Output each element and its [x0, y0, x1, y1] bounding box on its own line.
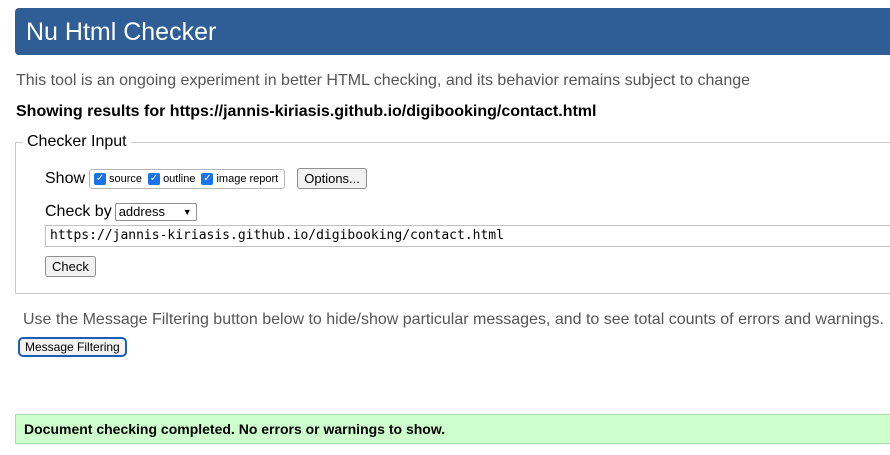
message-filtering-hint: Use the Message Filtering button below t…: [23, 311, 884, 328]
source-checkbox-label: source: [109, 172, 143, 185]
intro-text: This tool is an ongoing experiment in be…: [16, 72, 751, 89]
results-heading: Showing results for https://jannis-kiria…: [16, 103, 597, 120]
checkbox-checked-icon[interactable]: ✓: [94, 172, 107, 185]
show-options-row: Show ✓ source ✓ outline ✓ image report O…: [45, 168, 367, 189]
check-by-selected-value: address: [118, 204, 165, 219]
check-button[interactable]: Check: [45, 256, 96, 277]
show-label: Show: [45, 169, 86, 187]
options-button[interactable]: Options...: [297, 168, 367, 189]
message-filtering-button[interactable]: Message Filtering: [18, 337, 127, 357]
check-by-label: Check by: [45, 203, 112, 220]
image-report-checkbox-label: image report: [216, 172, 279, 185]
check-by-select[interactable]: address ▼: [114, 203, 197, 221]
show-checkbox-group: ✓ source ✓ outline ✓ image report: [89, 168, 286, 189]
outline-checkbox-label: outline: [163, 172, 196, 185]
status-message: Document checking completed. No errors o…: [15, 414, 890, 444]
check-by-row: Check by address ▼: [45, 203, 197, 221]
url-input[interactable]: https://jannis-kiriasis.github.io/digibo…: [45, 225, 890, 247]
checker-input-legend: Checker Input: [23, 132, 131, 152]
app-header: Nu Html Checker: [15, 8, 890, 55]
checkbox-checked-icon[interactable]: ✓: [148, 172, 161, 185]
outline-checkbox[interactable]: ✓ outline: [148, 172, 196, 185]
app-title: Nu Html Checker: [26, 18, 217, 46]
checkbox-checked-icon[interactable]: ✓: [201, 172, 214, 185]
image-report-checkbox[interactable]: ✓ image report: [201, 172, 279, 185]
source-checkbox[interactable]: ✓ source: [94, 172, 143, 185]
chevron-down-icon: ▼: [182, 207, 192, 217]
